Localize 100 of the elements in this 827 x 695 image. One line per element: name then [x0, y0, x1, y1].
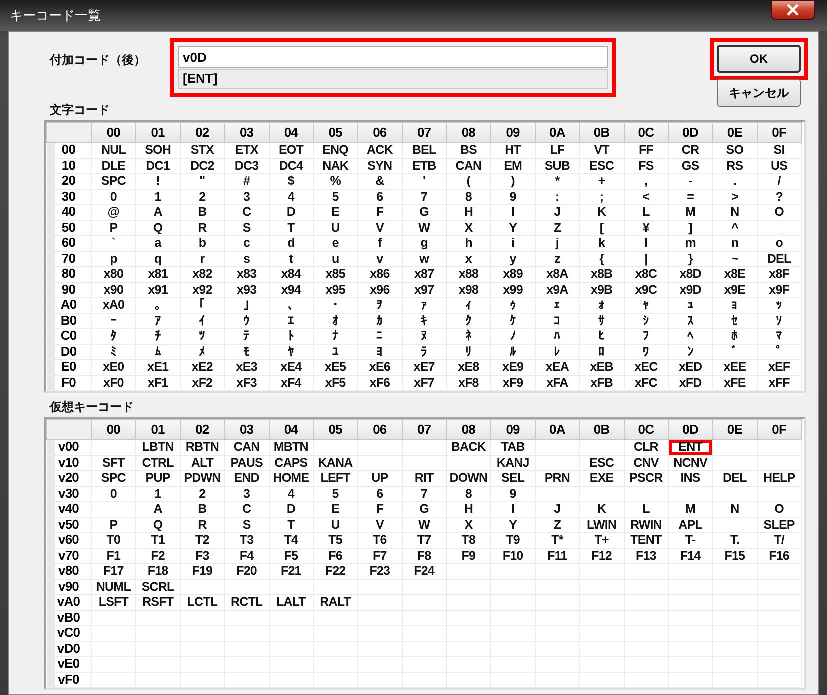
- table-cell[interactable]: x97: [402, 282, 446, 298]
- table-cell[interactable]: 7: [402, 189, 446, 204]
- table-cell[interactable]: F: [358, 204, 402, 220]
- table-cell[interactable]: ｽ: [668, 313, 713, 328]
- table-cell[interactable]: (: [446, 174, 491, 189]
- table-cell[interactable]: K: [580, 204, 624, 220]
- table-cell[interactable]: KANJ: [490, 455, 536, 470]
- table-cell[interactable]: K: [580, 502, 624, 517]
- table-cell[interactable]: PUP: [136, 470, 180, 486]
- table-cell[interactable]: F17: [92, 564, 136, 579]
- table-cell[interactable]: DLE: [92, 158, 136, 174]
- table-cell[interactable]: HELP: [757, 470, 802, 486]
- table-cell[interactable]: F20: [224, 564, 269, 579]
- table-cell[interactable]: E: [313, 502, 358, 517]
- table-cell[interactable]: p: [92, 251, 136, 266]
- table-cell[interactable]: 5: [313, 189, 358, 204]
- table-cell[interactable]: ｳ: [224, 313, 269, 328]
- table-cell[interactable]: y: [490, 251, 536, 266]
- table-cell[interactable]: x91: [136, 282, 180, 298]
- table-cell[interactable]: ETB: [402, 158, 446, 174]
- table-cell[interactable]: x89: [490, 266, 536, 282]
- table-cell[interactable]: ﾊ: [535, 328, 580, 344]
- table-cell[interactable]: Q: [136, 517, 180, 532]
- table-cell[interactable]: ｰ: [92, 313, 136, 328]
- table-cell[interactable]: ﾔ: [269, 344, 314, 360]
- table-cell[interactable]: LCTL: [180, 594, 225, 610]
- table-cell[interactable]: x93: [224, 282, 269, 298]
- table-cell[interactable]: F16: [757, 548, 802, 564]
- table-cell[interactable]: RALT: [313, 594, 358, 610]
- table-cell[interactable]: $: [269, 174, 314, 189]
- table-cell[interactable]: ﾓ: [224, 344, 269, 360]
- table-cell[interactable]: x: [446, 251, 491, 266]
- table-cell[interactable]: CAPS: [269, 455, 314, 470]
- table-cell[interactable]: ^: [712, 220, 758, 236]
- table-cell[interactable]: T+: [580, 532, 624, 548]
- table-cell[interactable]: D: [269, 502, 314, 517]
- table-cell[interactable]: DC4: [269, 158, 314, 174]
- table-cell[interactable]: LF: [535, 142, 580, 158]
- table-cell[interactable]: ﾌ: [624, 328, 668, 344]
- table-cell[interactable]: BEL: [402, 142, 446, 158]
- table-cell[interactable]: ､: [269, 298, 314, 313]
- table-cell[interactable]: x9F: [757, 282, 802, 298]
- table-cell[interactable]: H: [446, 204, 491, 220]
- table-cell[interactable]: x80: [92, 266, 136, 282]
- table-cell[interactable]: xED: [668, 360, 713, 375]
- table-cell[interactable]: CAN: [446, 158, 491, 174]
- table-cell[interactable]: SI: [757, 142, 802, 158]
- table-cell[interactable]: F: [358, 502, 402, 517]
- table-cell[interactable]: x8D: [668, 266, 713, 282]
- table-cell[interactable]: DEL: [757, 251, 802, 266]
- table-cell[interactable]: G: [402, 204, 446, 220]
- table-cell[interactable]: ｶ: [358, 313, 402, 328]
- table-cell[interactable]: xEE: [712, 360, 758, 375]
- table-cell[interactable]: ﾝ: [668, 344, 713, 360]
- table-cell[interactable]: ｨ: [446, 298, 491, 313]
- table-cell[interactable]: F18: [136, 564, 180, 579]
- table-cell[interactable]: x8E: [712, 266, 758, 282]
- table-cell[interactable]: CLR: [624, 440, 668, 455]
- table-cell[interactable]: CAN: [224, 440, 269, 455]
- table-cell[interactable]: SEL: [490, 470, 536, 486]
- table-cell[interactable]: xE4: [269, 360, 314, 375]
- table-cell[interactable]: s: [224, 251, 269, 266]
- table-cell[interactable]: xFC: [624, 375, 668, 390]
- table-cell[interactable]: x90: [92, 282, 136, 298]
- table-cell[interactable]: ｫ: [580, 298, 624, 313]
- table-cell[interactable]: RBTN: [180, 440, 225, 455]
- table-cell[interactable]: ﾕ: [313, 344, 358, 360]
- table-cell[interactable]: 8: [446, 189, 491, 204]
- table-cell[interactable]: xF0: [92, 375, 136, 390]
- table-cell[interactable]: ｡: [136, 298, 180, 313]
- table-cell[interactable]: BACK: [446, 440, 491, 455]
- table-cell[interactable]: 4: [269, 189, 314, 204]
- table-cell[interactable]: PDWN: [180, 470, 225, 486]
- table-cell[interactable]: ﾟ: [757, 344, 802, 360]
- table-cell[interactable]: ETX: [224, 142, 269, 158]
- table-cell[interactable]: ESC: [580, 158, 624, 174]
- code-input-field[interactable]: v0D: [178, 46, 608, 68]
- table-cell[interactable]: N: [712, 204, 758, 220]
- table-cell[interactable]: U: [313, 220, 358, 236]
- table-cell[interactable]: @: [92, 204, 136, 220]
- table-cell[interactable]: LALT: [269, 594, 314, 610]
- table-cell[interactable]: ?: [757, 189, 802, 204]
- table-cell[interactable]: T8: [446, 532, 491, 548]
- table-cell[interactable]: 3: [224, 486, 269, 502]
- table-cell[interactable]: xF3: [224, 375, 269, 390]
- table-cell[interactable]: F22: [313, 564, 358, 579]
- table-cell[interactable]: LBTN: [136, 440, 180, 455]
- table-cell[interactable]: Z: [535, 517, 580, 532]
- table-cell[interactable]: ﾃ: [224, 328, 269, 344]
- table-cell[interactable]: ﾍ: [668, 328, 713, 344]
- table-cell[interactable]: TENT: [624, 532, 668, 548]
- table-cell[interactable]: T6: [358, 532, 402, 548]
- table-cell[interactable]: X: [446, 220, 491, 236]
- table-cell[interactable]: ﾏ: [757, 328, 802, 344]
- table-cell[interactable]: RWIN: [624, 517, 668, 532]
- table-cell[interactable]: F7: [358, 548, 402, 564]
- table-cell[interactable]: ｢: [180, 298, 225, 313]
- table-cell[interactable]: ﾑ: [136, 344, 180, 360]
- table-cell[interactable]: 7: [402, 486, 446, 502]
- table-cell[interactable]: !: [136, 174, 180, 189]
